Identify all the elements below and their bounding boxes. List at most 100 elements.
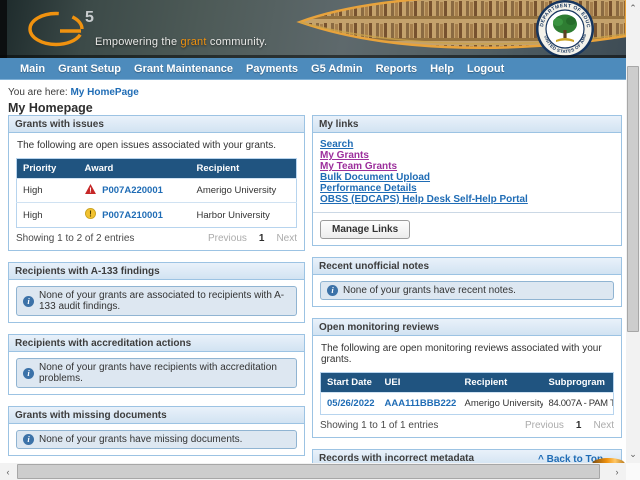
right-column: My links Search My Grants My Team Grants… — [312, 115, 622, 480]
recipient-cell: Amerigo University — [191, 179, 297, 203]
link-bulk-document-upload[interactable]: Bulk Document Upload — [320, 172, 614, 183]
info-text: None of your grants have recipients with… — [39, 362, 290, 384]
monitoring-reviews-table: Start Date UEI Recipient Subprogram 05/2… — [320, 372, 614, 415]
nav-item-main[interactable]: Main — [20, 63, 45, 75]
nav-item-g5-admin[interactable]: G5 Admin — [311, 63, 363, 75]
table-row: High ! P007A210001 Harbor University — [17, 203, 297, 228]
page-title: My Homepage — [8, 101, 93, 115]
tagline-suffix: community. — [207, 36, 268, 48]
panel-a133-title: Recipients with A-133 findings — [9, 263, 304, 280]
banner-left-edge — [0, 0, 7, 58]
g5-logo-number: 5 — [85, 9, 94, 26]
g5-logo-g-shape — [30, 14, 82, 45]
col-header-recipient: Recipient — [191, 159, 297, 179]
vertical-scrollbar[interactable]: ⌃ ⌄ — [626, 0, 640, 463]
tagline: Empowering the grant community. — [95, 36, 267, 48]
panel-missing-documents-title: Grants with missing documents — [9, 407, 304, 424]
panel-monitoring-title: Open monitoring reviews — [313, 319, 621, 336]
breadcrumb-prefix: You are here: — [8, 87, 68, 98]
col-header-uei: UEI — [379, 373, 459, 393]
panel-accreditation-actions: Recipients with accreditation actions i … — [8, 334, 305, 395]
scroll-left-arrow-icon[interactable]: ‹ — [0, 463, 16, 480]
pagination-next[interactable]: Next — [593, 420, 614, 431]
grants-issues-table: Priority Award Recipient High ! P007A220… — [16, 158, 297, 228]
header-banner: 5 DEPARTMENT OF EDUCATION UNITED STATES … — [0, 0, 626, 58]
recipient-cell: Harbor University — [191, 203, 297, 228]
priority-cell: High — [17, 203, 79, 228]
warning-triangle-icon: ! — [85, 184, 96, 197]
pagination-page-1[interactable]: 1 — [259, 233, 265, 244]
nav-item-grant-maintenance[interactable]: Grant Maintenance — [134, 63, 233, 75]
monitoring-description: The following are open monitoring review… — [321, 343, 614, 365]
panel-grants-with-issues-title: Grants with issues — [9, 116, 304, 133]
info-text: None of your grants have missing documen… — [39, 434, 242, 445]
link-my-team-grants[interactable]: My Team Grants — [320, 161, 614, 172]
nav-item-logout[interactable]: Logout — [467, 63, 504, 75]
award-link[interactable]: P007A220001 — [102, 185, 163, 196]
info-icon: i — [23, 434, 34, 445]
tagline-highlight: grant — [181, 36, 207, 48]
g5-application-window: 5 DEPARTMENT OF EDUCATION UNITED STATES … — [0, 0, 640, 480]
left-column: Grants with issues The following are ope… — [8, 115, 305, 467]
manage-links-button[interactable]: Manage Links — [320, 220, 410, 239]
svg-text:!: ! — [89, 186, 91, 194]
table-row: High ! P007A220001 Amerigo University — [17, 179, 297, 203]
scroll-right-arrow-icon[interactable]: › — [609, 463, 625, 480]
pagination-page-1[interactable]: 1 — [576, 420, 582, 431]
info-text: None of your grants have recent notes. — [343, 285, 516, 296]
grants-issues-description: The following are open issues associated… — [17, 140, 297, 151]
tagline-prefix: Empowering the — [95, 36, 181, 48]
panel-grants-with-issues: Grants with issues The following are ope… — [8, 115, 305, 251]
col-header-award: Award — [79, 159, 191, 179]
nav-item-reports[interactable]: Reports — [376, 63, 418, 75]
uei-link[interactable]: AAA111BBB222 — [385, 398, 457, 409]
nav-item-grant-setup[interactable]: Grant Setup — [58, 63, 121, 75]
svg-text:!: ! — [89, 210, 92, 219]
scrollbar-corner — [626, 463, 640, 480]
pagination-next[interactable]: Next — [276, 233, 297, 244]
missing-documents-info-message: i None of your grants have missing docum… — [16, 430, 297, 449]
pagination: Previous 1 Next — [208, 233, 297, 244]
nav-item-help[interactable]: Help — [430, 63, 454, 75]
panel-a133-findings: Recipients with A-133 findings i None of… — [8, 262, 305, 323]
banner-graphics: 5 DEPARTMENT OF EDUCATION UNITED STATES … — [0, 0, 626, 58]
recent-notes-info-message: i None of your grants have recent notes. — [320, 281, 614, 300]
award-link[interactable]: P007A210001 — [102, 210, 163, 221]
link-obss-help-desk-portal[interactable]: OBSS (EDCAPS) Help Desk Self-Help Portal — [320, 194, 614, 205]
nav-item-payments[interactable]: Payments — [246, 63, 298, 75]
panel-missing-documents: Grants with missing documents i None of … — [8, 406, 305, 456]
vertical-scrollbar-thumb[interactable] — [627, 66, 639, 332]
scroll-down-arrow-icon[interactable]: ⌄ — [626, 446, 640, 462]
table-row: 05/26/2022 AAA111BBB222 Amerigo Universi… — [321, 393, 614, 415]
divider — [313, 212, 621, 213]
info-icon: i — [23, 296, 34, 307]
pagination-previous[interactable]: Previous — [208, 233, 247, 244]
info-icon: i — [23, 368, 34, 379]
panel-accreditation-title: Recipients with accreditation actions — [9, 335, 304, 352]
scroll-up-arrow-icon[interactable]: ⌃ — [626, 0, 640, 16]
panel-open-monitoring-reviews: Open monitoring reviews The following ar… — [312, 318, 622, 438]
panel-my-links-title: My links — [313, 116, 621, 133]
link-search[interactable]: Search — [320, 139, 614, 150]
breadcrumb-current-link[interactable]: My HomePage — [70, 87, 138, 98]
pagination: Previous 1 Next — [525, 420, 614, 431]
accreditation-info-message: i None of your grants have recipients wi… — [16, 358, 297, 388]
col-header-subprogram: Subprogram — [543, 373, 614, 393]
link-my-grants[interactable]: My Grants — [320, 150, 614, 161]
horizontal-scrollbar[interactable]: ‹ › — [0, 463, 626, 480]
pagination-previous[interactable]: Previous — [525, 420, 564, 431]
subprogram-cell: 84.007A - PAM Training Program — [543, 393, 614, 415]
breadcrumb: You are here: My HomePage — [8, 87, 139, 98]
showing-entries-text: Showing 1 to 1 of 1 entries — [320, 420, 438, 431]
main-navigation-bar: Main Grant Setup Grant Maintenance Payme… — [0, 58, 626, 80]
a133-info-message: i None of your grants are associated to … — [16, 286, 297, 316]
info-icon: i — [327, 285, 338, 296]
panel-my-links: My links Search My Grants My Team Grants… — [312, 115, 622, 246]
start-date-link[interactable]: 05/26/2022 — [327, 398, 375, 409]
col-header-priority: Priority — [17, 159, 79, 179]
info-text: None of your grants are associated to re… — [39, 290, 290, 312]
recipient-cell: Amerigo University — [459, 393, 543, 415]
horizontal-scrollbar-thumb[interactable] — [17, 464, 600, 479]
link-performance-details[interactable]: Performance Details — [320, 183, 614, 194]
col-header-start-date: Start Date — [321, 373, 379, 393]
